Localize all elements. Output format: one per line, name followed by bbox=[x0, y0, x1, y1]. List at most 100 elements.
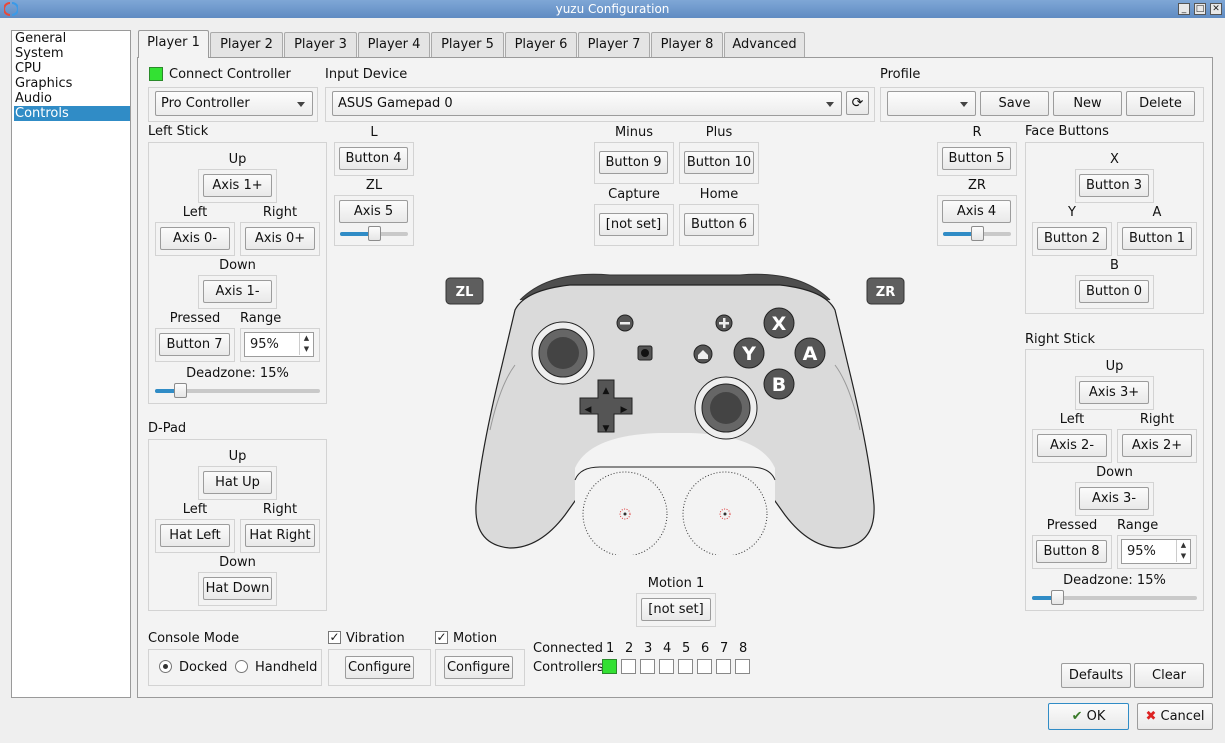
left-stick-pressed-button[interactable]: Button 7 bbox=[159, 333, 230, 356]
right-stick-up-button[interactable]: Axis 3+ bbox=[1079, 381, 1149, 404]
sidebar: General System CPU Graphics Audio Contro… bbox=[11, 30, 131, 698]
dpad-left-button[interactable]: Hat Left bbox=[160, 524, 230, 547]
controller-indicator-5[interactable] bbox=[678, 659, 693, 674]
spin-up-icon[interactable]: ▲ bbox=[299, 333, 313, 344]
ok-button[interactable]: ✔ OK bbox=[1048, 703, 1129, 730]
face-b-button[interactable]: Button 0 bbox=[1079, 280, 1149, 303]
tab-player-4[interactable]: Player 4 bbox=[358, 32, 430, 57]
tab-player-7[interactable]: Player 7 bbox=[578, 32, 650, 57]
minus-button[interactable]: Button 9 bbox=[599, 151, 668, 174]
controller-indicator-2[interactable] bbox=[621, 659, 636, 674]
left-stick-left-button[interactable]: Axis 0- bbox=[160, 227, 230, 250]
sidebar-item-cpu[interactable]: CPU bbox=[14, 61, 130, 76]
controller-indicator-7[interactable] bbox=[716, 659, 731, 674]
zr-button[interactable]: Axis 4 bbox=[942, 200, 1011, 223]
zr-threshold-slider[interactable] bbox=[943, 226, 1011, 241]
y-button-text: Y bbox=[741, 343, 756, 365]
slider-handle[interactable] bbox=[1051, 590, 1064, 605]
motion-1-button[interactable]: [not set] bbox=[641, 598, 711, 621]
close-icon[interactable]: ✕ bbox=[1210, 3, 1222, 15]
tab-player-6[interactable]: Player 6 bbox=[505, 32, 577, 57]
tab-player-3[interactable]: Player 3 bbox=[284, 32, 357, 57]
zl-threshold-slider[interactable] bbox=[340, 226, 408, 241]
left-stick-range-spinbox[interactable]: 95% ▲ ▼ bbox=[244, 332, 314, 357]
controller-type-select[interactable]: Pro Controller bbox=[155, 91, 313, 116]
vibration-configure-button[interactable]: Configure bbox=[345, 656, 414, 679]
face-y-button[interactable]: Button 2 bbox=[1037, 227, 1107, 250]
motion-configure-button[interactable]: Configure bbox=[444, 656, 513, 679]
controller-indicator-1[interactable] bbox=[602, 659, 617, 674]
refresh-devices-button[interactable]: ⟳ bbox=[846, 91, 869, 115]
tab-player-8[interactable]: Player 8 bbox=[651, 32, 723, 57]
face-x-button[interactable]: Button 3 bbox=[1079, 174, 1149, 197]
left-stick-right-button[interactable]: Axis 0+ bbox=[245, 227, 315, 250]
home-button[interactable]: Button 6 bbox=[684, 213, 754, 236]
connect-controller-checkbox[interactable] bbox=[149, 67, 163, 81]
slider-handle[interactable] bbox=[971, 226, 984, 241]
x-button-text: X bbox=[772, 313, 787, 335]
spin-down-icon[interactable]: ▼ bbox=[1176, 551, 1190, 562]
b-button-text: B bbox=[772, 374, 786, 396]
controller-number-6: 6 bbox=[701, 641, 710, 656]
spin-up-icon[interactable]: ▲ bbox=[1176, 540, 1190, 551]
right-stick-deadzone-slider[interactable] bbox=[1032, 590, 1197, 605]
controller-indicator-4[interactable] bbox=[659, 659, 674, 674]
l-button[interactable]: Button 4 bbox=[339, 147, 408, 170]
chevron-down-icon bbox=[960, 102, 968, 107]
dpad-up-button[interactable]: Hat Up bbox=[203, 471, 272, 494]
dpad-title: D-Pad bbox=[148, 421, 187, 436]
right-stick-pressed-button[interactable]: Button 8 bbox=[1036, 540, 1107, 563]
right-stick-down-button[interactable]: Axis 3- bbox=[1079, 487, 1149, 510]
controller-indicator-6[interactable] bbox=[697, 659, 712, 674]
new-profile-button[interactable]: New bbox=[1053, 91, 1122, 116]
left-stick-up-label: Up bbox=[228, 152, 247, 167]
yuzu-logo-icon bbox=[4, 2, 18, 16]
svg-text:◀: ◀ bbox=[585, 405, 592, 415]
tab-advanced[interactable]: Advanced bbox=[724, 32, 805, 57]
defaults-button[interactable]: Defaults bbox=[1061, 663, 1131, 688]
plus-button[interactable]: Button 10 bbox=[684, 151, 754, 174]
face-a-button[interactable]: Button 1 bbox=[1122, 227, 1192, 250]
slider-handle[interactable] bbox=[368, 226, 381, 241]
sidebar-item-controls[interactable]: Controls bbox=[14, 106, 130, 121]
slider-handle[interactable] bbox=[174, 383, 187, 398]
left-stick-up-button[interactable]: Axis 1+ bbox=[203, 174, 272, 197]
dpad-right-button[interactable]: Hat Right bbox=[245, 524, 315, 547]
right-stick-left-button[interactable]: Axis 2- bbox=[1037, 434, 1107, 457]
delete-profile-button[interactable]: Delete bbox=[1126, 91, 1195, 116]
sidebar-item-system[interactable]: System bbox=[14, 46, 130, 61]
controller-indicator-8[interactable] bbox=[735, 659, 750, 674]
svg-text:▲: ▲ bbox=[603, 386, 610, 396]
zl-button[interactable]: Axis 5 bbox=[339, 200, 408, 223]
sidebar-item-general[interactable]: General bbox=[14, 31, 130, 46]
docked-radio[interactable] bbox=[159, 660, 172, 673]
tab-player-2[interactable]: Player 2 bbox=[210, 32, 283, 57]
tab-player-5[interactable]: Player 5 bbox=[431, 32, 504, 57]
left-stick-left-label: Left bbox=[182, 205, 208, 220]
zr-badge: ZR bbox=[866, 277, 905, 305]
spin-down-icon[interactable]: ▼ bbox=[299, 344, 313, 355]
tab-player-1[interactable]: Player 1 bbox=[138, 30, 209, 58]
capture-button[interactable]: [not set] bbox=[599, 213, 668, 236]
save-profile-button[interactable]: Save bbox=[980, 91, 1049, 116]
right-stick-range-spinbox[interactable]: 95% ▲ ▼ bbox=[1121, 539, 1191, 564]
sidebar-item-audio[interactable]: Audio bbox=[14, 91, 130, 106]
profile-select[interactable] bbox=[887, 91, 976, 116]
maximize-icon[interactable]: □ bbox=[1194, 3, 1206, 15]
input-device-select[interactable]: ASUS Gamepad 0 bbox=[332, 91, 842, 116]
controller-indicator-3[interactable] bbox=[640, 659, 655, 674]
motion-checkbox[interactable]: ✓ bbox=[435, 631, 448, 644]
face-x-label: X bbox=[1110, 152, 1119, 167]
right-stick-right-button[interactable]: Axis 2+ bbox=[1122, 434, 1192, 457]
minimize-icon[interactable]: _ bbox=[1178, 3, 1190, 15]
vibration-checkbox[interactable]: ✓ bbox=[328, 631, 341, 644]
r-button[interactable]: Button 5 bbox=[942, 147, 1011, 170]
sidebar-item-graphics[interactable]: Graphics bbox=[14, 76, 130, 91]
handheld-radio[interactable] bbox=[235, 660, 248, 673]
a-button-text: A bbox=[803, 343, 818, 365]
cancel-button[interactable]: ✖ Cancel bbox=[1137, 703, 1213, 730]
dpad-down-button[interactable]: Hat Down bbox=[203, 577, 272, 600]
left-stick-down-button[interactable]: Axis 1- bbox=[203, 280, 272, 303]
clear-button[interactable]: Clear bbox=[1134, 663, 1204, 688]
left-stick-deadzone-slider[interactable] bbox=[155, 383, 320, 398]
